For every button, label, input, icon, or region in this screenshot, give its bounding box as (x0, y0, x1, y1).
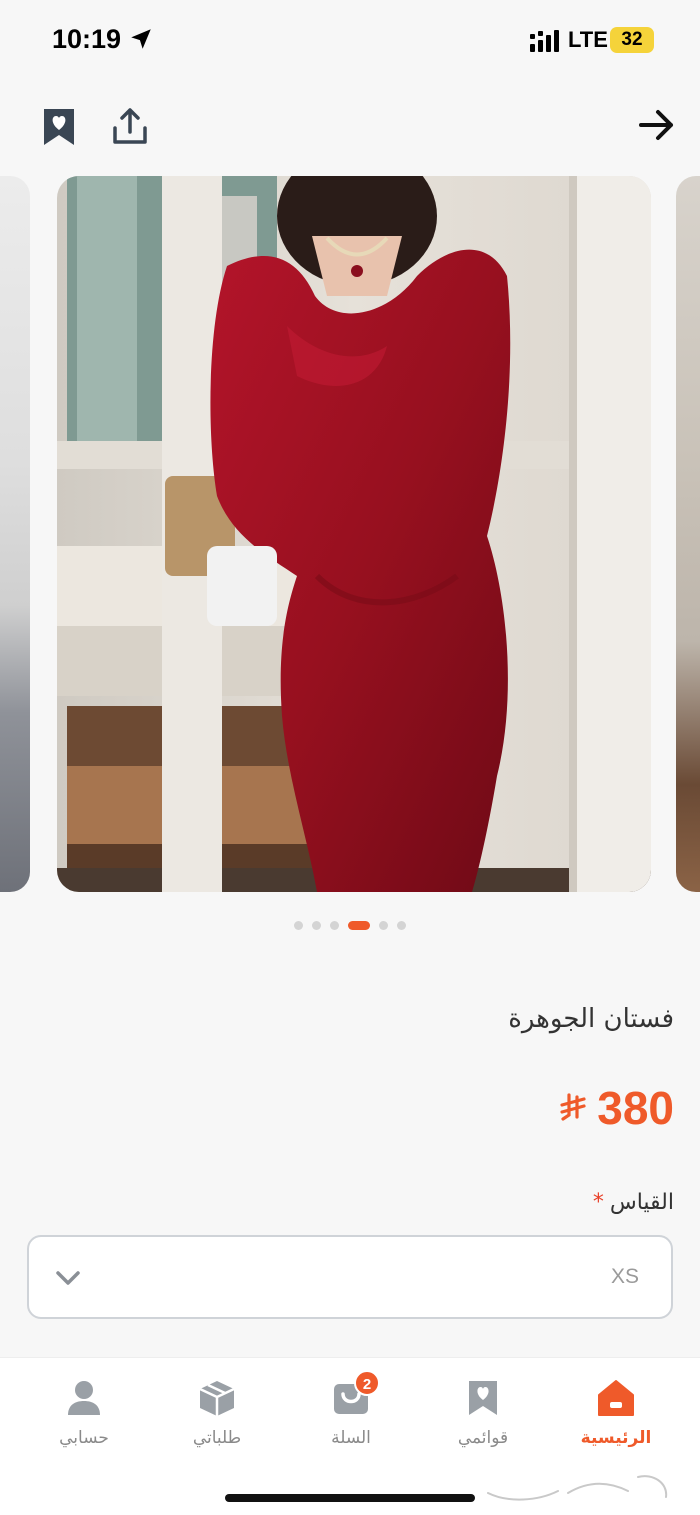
network-type: LTE (568, 27, 608, 52)
tab-home[interactable]: الرئيسية (561, 1378, 671, 1458)
chevron-down-icon (56, 1271, 80, 1285)
box-icon (199, 1381, 235, 1416)
status-time: 10:19 (52, 24, 122, 54)
tab-label: السلة (331, 1428, 371, 1448)
status-bar: 10:19 LTE 32 (0, 0, 700, 80)
image-gallery[interactable] (0, 176, 700, 892)
pagination-dot-active[interactable] (348, 921, 370, 930)
dress-photo (57, 176, 651, 892)
tab-label: الرئيسية (580, 1428, 652, 1448)
pagination-dot[interactable] (397, 921, 406, 930)
signal-bars-icon (530, 30, 559, 52)
pagination-dot[interactable] (330, 921, 339, 930)
pagination-dot[interactable] (312, 921, 321, 930)
tab-label: قوائمي (457, 1428, 509, 1448)
required-marker: * (592, 1190, 604, 1215)
bookmark-heart-icon[interactable] (38, 106, 80, 148)
tab-orders[interactable]: طلباتي (162, 1378, 272, 1458)
tab-cart[interactable]: 2 السلة (296, 1370, 406, 1458)
gallery-pagination (0, 920, 700, 932)
previous-image[interactable] (0, 176, 30, 892)
size-dropdown[interactable]: XS (27, 1235, 673, 1319)
share-icon[interactable] (109, 106, 151, 148)
product-image[interactable] (57, 176, 651, 892)
price: 380 (559, 1080, 674, 1136)
size-selected-value: XS (610, 1265, 639, 1288)
price-value: 380 (597, 1082, 674, 1134)
riyal-symbol-icon (560, 1093, 586, 1121)
pagination-dot[interactable] (294, 921, 303, 930)
next-image[interactable] (676, 176, 700, 892)
home-icon (598, 1380, 634, 1416)
bookmark-heart-icon (469, 1381, 497, 1415)
battery-indicator: 32 (610, 27, 654, 53)
arrow-right-icon[interactable] (636, 104, 678, 146)
user-icon (68, 1381, 100, 1415)
tab-lists[interactable]: قوائمي (428, 1378, 538, 1458)
pagination-dot[interactable] (379, 921, 388, 930)
location-arrow-icon (131, 29, 151, 49)
home-indicator (225, 1494, 475, 1502)
cart-badge: 2 (354, 1370, 380, 1396)
tab-label: طلباتي (192, 1428, 242, 1448)
tab-account[interactable]: حسابي (29, 1378, 139, 1458)
haraj-watermark (484, 1472, 671, 1504)
tab-label: حسابي (59, 1428, 109, 1448)
product-title: فستان الجوهرة (508, 1004, 674, 1034)
size-label-row: القياس * (593, 1190, 674, 1215)
size-label: القياس (609, 1190, 674, 1215)
